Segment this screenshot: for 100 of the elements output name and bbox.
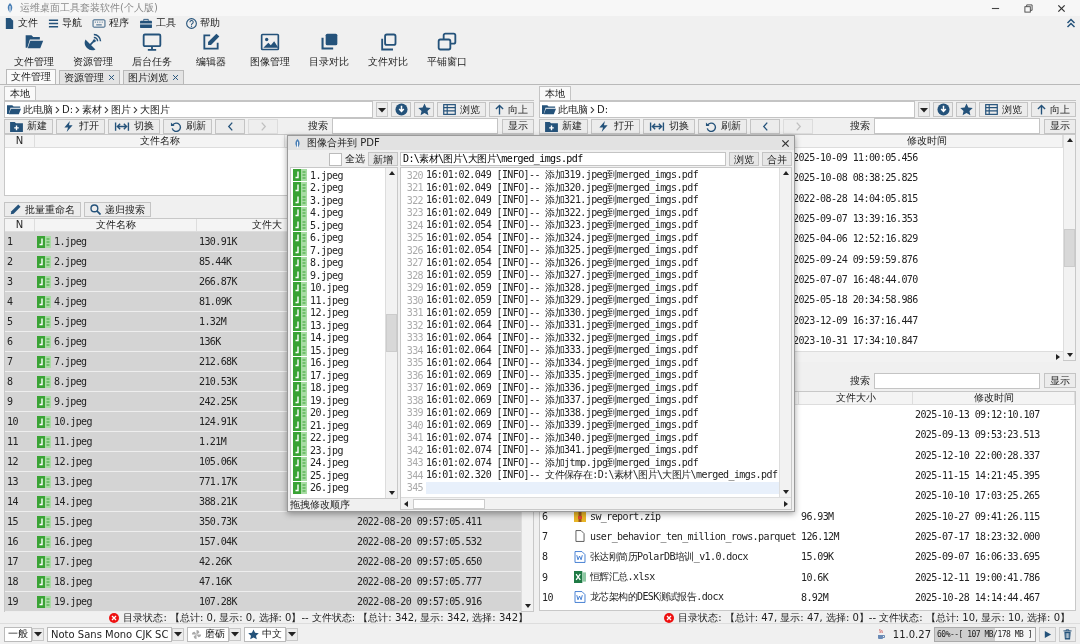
dropdown-button[interactable] [376,102,388,117]
trash-button[interactable] [1059,626,1076,642]
toolbar-button[interactable]: 文件对比 [358,30,417,70]
list-item[interactable]: 25.jpeg [310,469,349,481]
dropdown[interactable]: Noto Sans Mono CJK SC [47,626,173,642]
table-row[interactable]: 19 19.jpeg 107.28K 2022-08-20 09:57:05.916 [5,592,521,612]
list-item[interactable]: 26.jpeg [310,482,349,494]
table-row[interactable]: 9 恒辉汇总.xlsx 10.6K 2025-12-11 19:00:41.786 [540,567,1075,588]
list-item[interactable]: 21.jpeg [310,419,349,431]
favorite-button[interactable] [414,102,434,117]
table-row[interactable]: 17 17.jpeg 42.26K 2022-08-20 09:57:05.650 [5,552,521,572]
menu-item[interactable]: 工具 [139,16,176,30]
toolbar-button[interactable]: 刷新 [698,118,747,134]
add-button[interactable]: 新增 [368,152,398,166]
play-button[interactable] [1039,626,1056,642]
dropdown-button[interactable] [918,102,930,117]
toolbar-button[interactable]: 编辑器 [181,30,240,70]
toolbar-button[interactable]: 目录对比 [299,30,358,70]
vertical-scrollbar[interactable] [385,168,397,498]
toolbar-button[interactable]: 递归搜索 [84,202,151,217]
toolbar-button[interactable]: 向上 [1031,102,1076,117]
menu-item[interactable]: 文件 [4,16,38,30]
vertical-scrollbar[interactable] [1063,135,1075,360]
column-header[interactable]: 修改时间 [913,392,1075,404]
close-icon[interactable] [1057,3,1066,13]
tab[interactable]: 资源管理 [59,70,120,84]
tab[interactable]: 文件管理 [6,69,56,84]
list-item[interactable]: 11.jpeg [310,294,349,306]
list-item[interactable]: 3.jpeg [310,194,344,206]
list-item[interactable]: 16.jpeg [310,357,349,369]
list-item[interactable]: 14.jpeg [310,332,349,344]
dropdown-button[interactable] [229,627,242,641]
vertical-scrollbar[interactable] [779,168,791,497]
dropdown[interactable]: 磨砺 [187,626,230,642]
toolbar-button[interactable]: 资源管理 [63,30,122,70]
tab-close-icon[interactable] [172,74,179,81]
list-item[interactable]: 5.jpeg [310,219,344,231]
tab[interactable]: 本地 [539,86,571,100]
menu-item[interactable]: 帮助 [186,16,220,30]
menu-item[interactable]: 程序 [92,16,129,30]
breadcrumb-item[interactable]: D: [597,103,609,116]
tab-close-icon[interactable] [108,74,115,81]
toolbar-button[interactable]: 浏览 [437,102,486,117]
close-icon[interactable] [781,138,790,148]
column-header[interactable]: N [5,135,35,147]
toolbar-button[interactable]: 刷新 [163,118,212,134]
table-row[interactable]: 6 sw_report.zip 96.93M 2025-10-27 09:41:26.115 [540,506,1075,527]
breadcrumb-item[interactable]: 大图片 [140,103,171,116]
search-field[interactable] [874,372,1040,389]
path-field[interactable]: 此电脑 D: [539,101,915,118]
checkbox[interactable] [329,152,342,166]
table-row[interactable]: 10 龙芯架构的DESK测试报告.docx 8.92M 2025-10-28 14:14:44.467 [540,587,1075,608]
breadcrumb-item[interactable]: 此电脑 [23,103,53,116]
toolbar-button[interactable]: 切换 [643,118,695,134]
list-item[interactable]: 2.jpeg [310,182,344,194]
dropdown-button[interactable] [286,627,299,641]
list-item[interactable]: 1.jpeg [310,169,344,181]
list-item[interactable]: 6.jpeg [310,232,344,244]
download-button[interactable] [933,102,953,117]
list-item[interactable]: 9.jpeg [310,269,344,281]
list-item[interactable]: 18.jpeg [310,382,349,394]
toolbar-button[interactable]: 新建 [539,118,588,134]
column-header[interactable]: 文件大小 [799,392,913,404]
show-button[interactable]: 显示 [502,118,534,134]
path-field[interactable]: 此电脑 D: 素材 图片 大图片 [4,101,373,118]
toolbar-button[interactable]: 打开 [591,118,640,134]
dialog-button[interactable]: 浏览 [729,152,759,166]
list-item[interactable]: 10.jpeg [310,282,349,294]
list-item[interactable]: 24.jpeg [310,457,349,469]
toolbar-button[interactable]: 平铺窗口 [417,30,476,70]
download-button[interactable] [391,102,411,117]
menu-item[interactable]: 导航 [48,16,82,30]
breadcrumb-item[interactable]: 素材 [82,103,103,116]
column-header[interactable]: 文件名称 [35,219,197,231]
toolbar-button[interactable]: 批量重命名 [4,202,81,217]
dropdown-button[interactable] [32,627,44,641]
search-field[interactable] [332,118,498,134]
dropdown[interactable]: 一般 [4,626,32,642]
toolbar-button[interactable]: 文件管理 [4,30,63,70]
show-button[interactable]: 显示 [1044,118,1076,134]
dialog-button[interactable]: 合并 [762,152,792,166]
toolbar-button[interactable]: 浏览 [979,102,1028,117]
table-row[interactable]: 18 18.jpeg 47.16K 2022-08-20 09:57:05.777 [5,572,521,592]
toolbar-button[interactable]: 向上 [489,102,534,117]
toolbar-button[interactable]: 打开 [56,118,105,134]
column-header[interactable]: N [5,219,35,231]
breadcrumb-item[interactable]: D: [62,103,74,116]
toolbar-button[interactable]: 后台任务 [122,30,181,70]
list-item[interactable]: 19.jpeg [310,394,349,406]
dropdown[interactable]: 中文 [244,626,287,642]
search-field[interactable] [874,118,1040,134]
breadcrumb-item[interactable]: 此电脑 [558,103,588,116]
list-item[interactable]: 13.jpeg [310,319,349,331]
dropdown-button[interactable] [172,627,185,641]
tab[interactable]: 图片浏览 [123,70,184,84]
favorite-button[interactable] [956,102,976,117]
path-field[interactable]: D:\素材\图片\大图片\merged_imgs.pdf [400,152,726,166]
table-row[interactable]: 7 user_behavior_ten_million_rows.parquet 126.12M 2025-07-17 18:23:32.000 [540,526,1075,548]
list-item[interactable]: 8.jpeg [310,257,344,269]
double-chevron-up-icon[interactable] [1066,18,1076,28]
